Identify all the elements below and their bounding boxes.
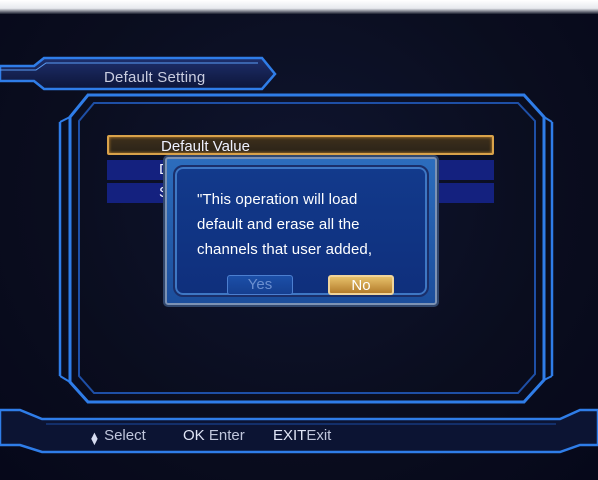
message-line-3: channels that user added, bbox=[197, 241, 373, 258]
help-exit-label: Exit bbox=[306, 427, 332, 444]
help-select: ▲ ▼ Select bbox=[89, 427, 146, 448]
message-line-2: default and erase all the bbox=[197, 216, 360, 233]
exit-key-label: EXIT bbox=[273, 427, 307, 444]
menu-item-label: Default Value bbox=[161, 138, 250, 155]
help-exit: EXITExit bbox=[273, 427, 331, 444]
confirm-message: "This operation will load default and er… bbox=[197, 187, 437, 262]
help-ok: OK Enter bbox=[183, 427, 245, 444]
yes-button[interactable]: Yes bbox=[227, 275, 293, 295]
no-button[interactable]: No bbox=[328, 275, 394, 295]
confirm-dialog: "This operation will load default and er… bbox=[165, 157, 437, 305]
confirm-dialog-body: "This operation will load default and er… bbox=[173, 165, 429, 297]
help-ok-label: Enter bbox=[208, 427, 245, 444]
screen-title: Default Setting bbox=[104, 69, 206, 86]
help-select-label: Select bbox=[104, 427, 146, 444]
menu-item-default-value[interactable]: Default Value bbox=[107, 135, 494, 155]
ok-key-label: OK bbox=[183, 427, 205, 444]
osd-screen: Default Setting Default Value D S "This … bbox=[0, 0, 598, 480]
up-down-arrow-icon: ▲ ▼ bbox=[89, 430, 100, 448]
message-line-1: "This operation will load bbox=[197, 191, 358, 208]
